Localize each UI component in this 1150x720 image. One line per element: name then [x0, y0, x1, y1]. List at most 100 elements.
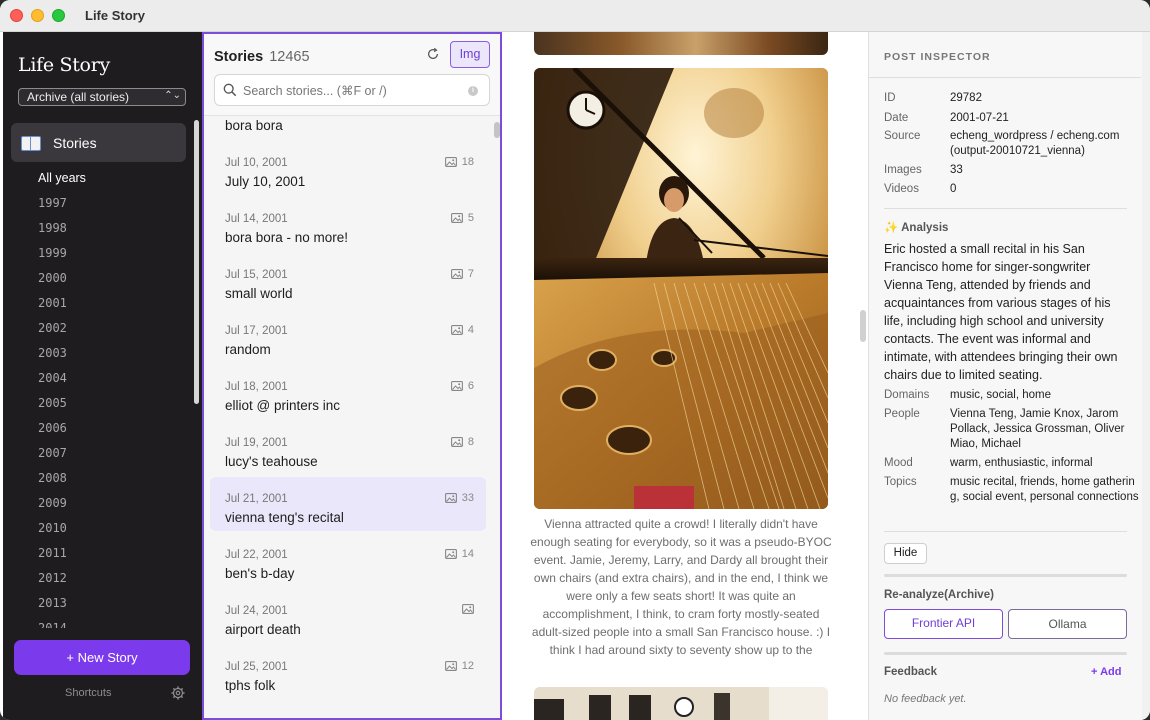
year-item[interactable]: 2007 [3, 441, 193, 466]
sidebar-scrollbar[interactable] [194, 120, 199, 404]
sidebar-item-label: Stories [53, 134, 97, 151]
image-count: 14 [444, 548, 474, 560]
year-item[interactable]: 2000 [3, 266, 193, 291]
story-count: 12465 [269, 49, 310, 65]
analysis-value: music, social, home [950, 389, 1051, 401]
list-title-text: Stories [214, 49, 264, 65]
image-icon [450, 213, 463, 223]
field-value: 0 [950, 183, 957, 195]
image-count-value: 18 [461, 156, 474, 168]
image-icon [450, 437, 463, 447]
image-icon [444, 549, 457, 559]
gear-icon[interactable] [171, 686, 185, 700]
frontier-api-button[interactable]: Frontier API [884, 609, 1003, 639]
year-item[interactable]: 2014 [3, 616, 193, 628]
inspector-scrollbar[interactable] [1142, 32, 1150, 720]
story-list-item[interactable]: Jul 14, 2001 bora bora - no more! 5 [210, 197, 486, 251]
hide-button[interactable]: Hide [884, 543, 927, 564]
year-item[interactable]: 2001 [3, 291, 193, 316]
info-icon[interactable]: i [468, 86, 478, 96]
story-photo[interactable] [534, 32, 828, 55]
image-count-value: 8 [467, 436, 474, 448]
window-title: Life Story [85, 8, 145, 23]
year-item[interactable]: 2009 [3, 491, 193, 516]
image-icon [444, 157, 457, 167]
year-item[interactable]: 2004 [3, 366, 193, 391]
story-list-item[interactable]: Jul 18, 2001 elliot @ printers inc 6 [210, 365, 486, 419]
image-icon [462, 604, 474, 614]
image-count-value: 5 [467, 212, 474, 224]
year-item[interactable]: 1997 [3, 191, 193, 216]
story-list-item[interactable]: Jul 17, 2001 random 4 [210, 309, 486, 363]
image-count: 33 [444, 492, 474, 504]
analysis-value: music recital, friends, home gathering, … [950, 476, 1139, 503]
zoom-window-button[interactable] [52, 9, 65, 22]
story-list-item[interactable]: Jul 25, 2001 tphs folk 12 [210, 645, 486, 699]
story-list-item[interactable]: Jul 21, 2001 vienna teng's recital 33 [210, 477, 486, 531]
year-item[interactable]: 1998 [3, 216, 193, 241]
story-title: airport death [225, 622, 301, 637]
app-name: Life Story [18, 54, 110, 76]
photo-caption: Vienna attracted quite a crowd! I litera… [530, 517, 832, 657]
story-list-item[interactable]: Jul 19, 2001 lucy's teahouse 8 [210, 421, 486, 475]
year-item[interactable]: 2008 [3, 466, 193, 491]
image-count: 18 [444, 156, 474, 168]
story-photo-piano[interactable] [534, 68, 828, 509]
list-title: Stories 12465 [214, 49, 310, 65]
sidebar-item-stories[interactable]: Stories [11, 123, 186, 162]
story-title: vienna teng's recital [225, 510, 344, 525]
story-title: July 10, 2001 [225, 174, 306, 189]
image-count: 4 [450, 324, 474, 336]
year-item[interactable]: 2012 [3, 566, 193, 591]
feedback-heading: Feedback [884, 666, 938, 678]
image-count-value: 6 [467, 380, 474, 392]
story-content: Vienna attracted quite a crowd! I litera… [502, 32, 868, 720]
story-list-item[interactable]: Jul 24, 2001 airport death [210, 589, 486, 643]
new-story-button[interactable]: + New Story [14, 640, 190, 675]
search-box: i [214, 74, 490, 106]
content-scrollbar[interactable] [860, 310, 866, 342]
year-all[interactable]: All years [3, 166, 193, 191]
story-photo-next[interactable] [534, 687, 828, 720]
refresh-icon[interactable] [426, 47, 440, 61]
year-item[interactable]: 2003 [3, 341, 193, 366]
year-item[interactable]: 2011 [3, 541, 193, 566]
select-chevron-icon: ⌃⌄ [164, 90, 181, 101]
field-label: ID [884, 92, 896, 104]
field-label: Videos [884, 183, 919, 195]
year-item[interactable]: 2013 [3, 591, 193, 616]
story-title: tphs folk [225, 678, 276, 693]
app-window: Life Story Life Story Archive (all stori… [0, 0, 1150, 720]
story-date: Jul 19, 2001 [225, 437, 288, 449]
year-item[interactable]: 2005 [3, 391, 193, 416]
shortcuts-link[interactable]: Shortcuts [65, 687, 111, 699]
analysis-label: Topics [884, 476, 917, 488]
search-input[interactable] [243, 81, 463, 101]
image-count-value: 33 [461, 492, 474, 504]
divider [884, 531, 1127, 532]
ollama-button[interactable]: Ollama [1008, 609, 1127, 639]
story-list-item[interactable]: Jul 10, 2001 July 10, 2001 18 [210, 141, 486, 195]
stories-list-pane: Stories 12465 Img i Jul 10, 2001bora bor… [202, 32, 502, 720]
story-list-item[interactable]: Jul 10, 2001bora bora18 [210, 117, 486, 139]
story-title: ben's b-day [225, 566, 295, 581]
year-item[interactable]: 2002 [3, 316, 193, 341]
year-item[interactable]: 2010 [3, 516, 193, 541]
image-count: 6 [450, 380, 474, 392]
post-inspector: POST INSPECTOR ID 29782 Date 2001-07-21 Sour… [868, 32, 1150, 720]
story-date: Jul 10, 2001 [225, 157, 288, 169]
add-feedback-button[interactable]: + Add [1091, 666, 1121, 678]
year-item[interactable]: 1999 [3, 241, 193, 266]
list-scrollbar[interactable] [494, 122, 500, 138]
story-list-item[interactable]: Jul 15, 2001 small world 7 [210, 253, 486, 307]
year-item[interactable]: 2006 [3, 416, 193, 441]
image-icon [450, 325, 463, 335]
field-value: 2001-07-21 [950, 112, 1009, 124]
image-toggle-button[interactable]: Img [450, 41, 490, 68]
close-window-button[interactable] [10, 9, 23, 22]
story-list-item[interactable]: Jul 22, 2001 ben's b-day 14 [210, 533, 486, 587]
archive-select[interactable]: Archive (all stories) ⌃⌄ [18, 88, 186, 106]
story-date: Jul 25, 2001 [225, 661, 288, 673]
minimize-window-button[interactable] [31, 9, 44, 22]
image-count-value: 14 [461, 548, 474, 560]
